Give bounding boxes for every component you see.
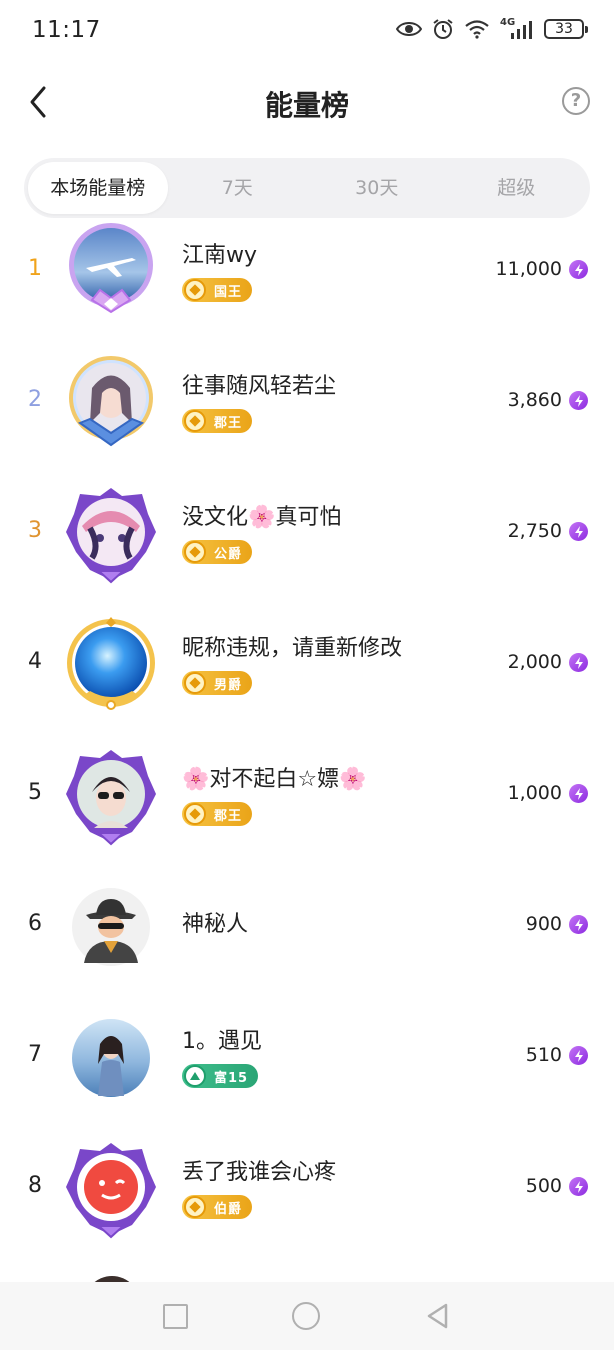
blue-crystal-avatar[interactable] [62, 617, 160, 715]
lightning-bolt-icon [569, 915, 588, 934]
rank-badge: 伯爵 [182, 1195, 253, 1219]
lightning-bolt-icon [569, 522, 588, 541]
badge-icon [184, 541, 206, 563]
rank-number: 5 [28, 780, 42, 805]
ranking-row[interactable]: 3 没文化🌸真可怕 公爵 2,750 [0, 482, 614, 613]
rank-number: 7 [28, 1042, 42, 1067]
ranking-row[interactable]: 1 江南wy 国王 11,000 [0, 220, 614, 351]
mystery-man-avatar[interactable] [62, 883, 160, 981]
ranking-row[interactable]: 4 昵称违规，请重新修改 男爵 2,000 [0, 613, 614, 744]
status-icons: 4G 33 [396, 17, 588, 40]
red-smiley-avatar[interactable] [62, 1141, 160, 1239]
badge-icon [184, 1196, 206, 1218]
lightning-bolt-icon [569, 784, 588, 803]
tab-current-session[interactable]: 本场能量榜 [28, 162, 168, 214]
badge-icon [184, 410, 206, 432]
status-bar: 11:17 4G 33 [0, 0, 614, 62]
cellular-signal-icon: 4G [500, 17, 534, 39]
badge-icon [184, 1065, 206, 1087]
user-name[interactable]: 往事随风轻若尘 [182, 368, 336, 400]
eye-icon [396, 22, 422, 36]
energy-score: 900 [525, 913, 562, 935]
badge-label: 郡王 [214, 415, 243, 431]
ranking-row[interactable]: 5 🌸对不起白☆嫖🌸 郡王 1,000 [0, 744, 614, 875]
badge-icon [184, 803, 206, 825]
rank-number: 6 [28, 911, 42, 936]
badge-label: 郡王 [214, 808, 243, 824]
user-name[interactable]: 🌸对不起白☆嫖🌸 [182, 761, 367, 793]
badge-label: 男爵 [214, 677, 243, 693]
square-icon[interactable] [163, 1304, 188, 1329]
question-circle-icon: ? [570, 90, 582, 111]
header: 能量榜 ? [0, 70, 614, 134]
energy-score: 3,860 [507, 389, 562, 411]
ranking-row[interactable]: 7 1。遇见 富15 510 [0, 1006, 614, 1137]
user-name[interactable]: 神秘人 [182, 906, 248, 938]
rank-badge: 国王 [182, 278, 253, 302]
rank-number: 4 [28, 649, 42, 674]
badge-label: 国王 [214, 284, 243, 300]
rank-badge: 郡王 [182, 409, 253, 433]
lightning-bolt-icon [569, 1046, 588, 1065]
energy-score: 1,000 [507, 782, 562, 804]
user-name[interactable]: 1。遇见 [182, 1023, 262, 1055]
energy-score: 510 [525, 1044, 562, 1066]
rank-number: 1 [28, 256, 42, 281]
rank-number: 2 [28, 387, 42, 412]
anime-avatar[interactable] [62, 486, 160, 584]
rank-badge: 郡王 [182, 802, 253, 826]
triangle-back-icon[interactable] [424, 1302, 452, 1330]
rank-badge: 男爵 [182, 671, 253, 695]
lightning-bolt-icon [569, 1177, 588, 1196]
rank-badge: 公爵 [182, 540, 253, 564]
badge-label: 公爵 [214, 546, 243, 562]
period-tabs: 本场能量榜 7天 30天 超级 [24, 158, 590, 218]
system-nav-bar [0, 1282, 614, 1350]
user-name[interactable]: 没文化🌸真可怕 [182, 499, 341, 531]
page-title: 能量榜 [264, 89, 349, 122]
tab-30-days[interactable]: 30天 [307, 162, 447, 214]
ranking-list[interactable]: 1 江南wy 国王 11,000 2 往事随风轻若尘 郡王 3,860 3 没文… [0, 220, 614, 1282]
help-button[interactable]: ? [562, 87, 590, 115]
user-name[interactable]: 昵称违规，请重新修改 [182, 630, 402, 662]
user-name[interactable]: 丢了我谁会心疼 [182, 1154, 336, 1186]
energy-score: 2,750 [507, 520, 562, 542]
woman-avatar[interactable] [62, 353, 160, 451]
girl-sunglasses-avatar[interactable] [62, 748, 160, 846]
wifi-icon [465, 20, 489, 39]
ranking-row[interactable]: 6 神秘人 900 [0, 875, 614, 1006]
alarm-icon [433, 19, 453, 39]
energy-score: 2,000 [507, 651, 562, 673]
badge-label: 富15 [214, 1070, 249, 1086]
badge-icon [184, 672, 206, 694]
wealth-badge: 富15 [182, 1064, 259, 1088]
rank-number: 3 [28, 518, 42, 543]
tab-super[interactable]: 超级 [447, 162, 587, 214]
badge-icon [184, 279, 206, 301]
lightning-bolt-icon [569, 260, 588, 279]
lightning-bolt-icon [569, 653, 588, 672]
airplane-avatar[interactable] [62, 220, 160, 318]
ranking-row[interactable]: 8 丢了我谁会心疼 伯爵 500 [0, 1137, 614, 1268]
energy-score: 11,000 [495, 258, 562, 280]
tab-7-days[interactable]: 7天 [168, 162, 308, 214]
battery-indicator: 33 [544, 19, 588, 39]
badge-label: 伯爵 [214, 1201, 243, 1217]
status-time: 11:17 [32, 17, 101, 43]
ranking-row[interactable]: 2 往事随风轻若尘 郡王 3,860 [0, 351, 614, 482]
rank-number: 8 [28, 1173, 42, 1198]
lightning-bolt-icon [569, 391, 588, 410]
seaside-woman-avatar[interactable] [62, 1014, 160, 1112]
user-name[interactable]: 江南wy [182, 237, 257, 269]
circle-icon[interactable] [292, 1302, 320, 1330]
energy-score: 500 [525, 1175, 562, 1197]
